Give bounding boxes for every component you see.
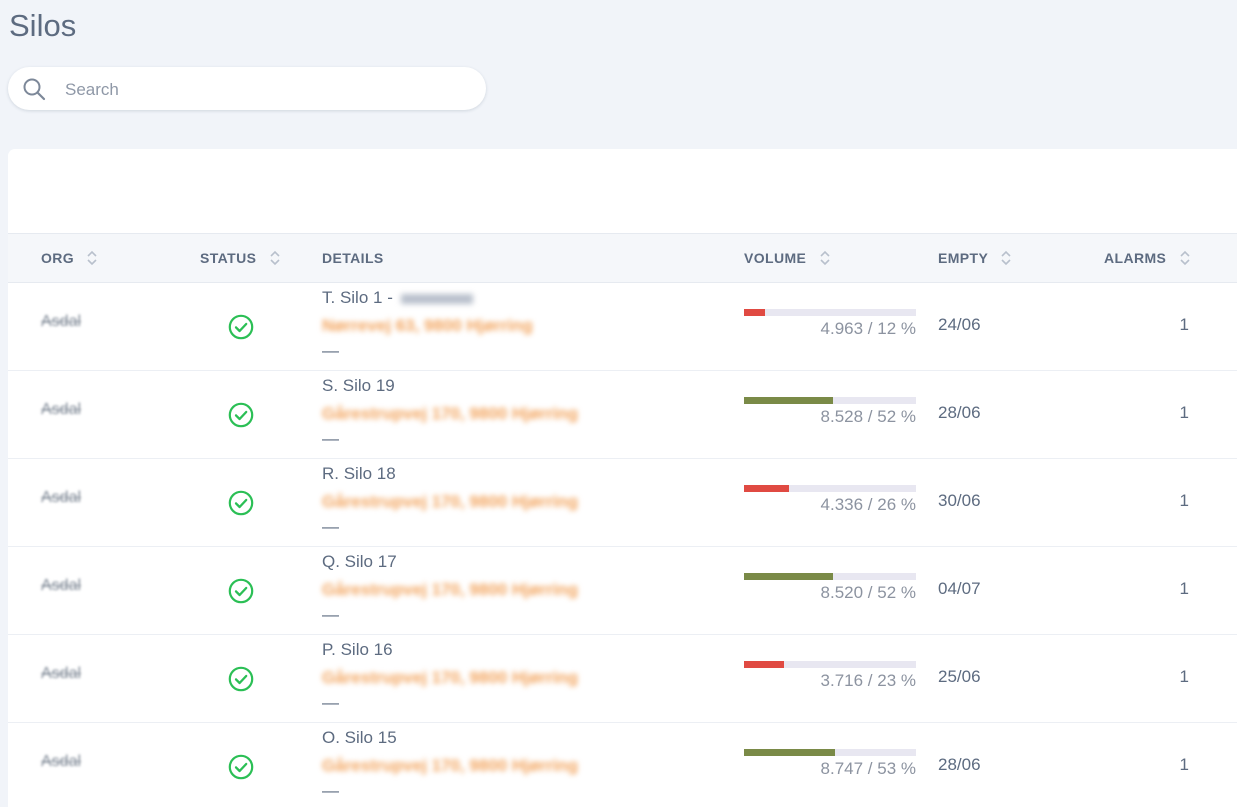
empty-date: 04/07: [938, 579, 981, 598]
volume-bar-fill: [744, 661, 784, 668]
silo-name[interactable]: O. Silo 15: [322, 728, 397, 748]
silo-name[interactable]: T. Silo 1 -: [322, 288, 473, 308]
sort-icon: [1001, 250, 1011, 265]
page-title: Silos: [9, 8, 77, 43]
sort-icon: [1180, 250, 1190, 265]
silo-address: Gårestrupvej 170, 9800 Hjørring: [322, 668, 579, 687]
silo-extra: —: [322, 781, 339, 800]
search-icon: [23, 78, 46, 101]
table-row[interactable]: Asdal Q. Silo 17 Gårestrupvej 170, 9800 …: [8, 547, 1237, 635]
volume-value: 4.963 / 12 %: [820, 319, 916, 338]
column-header-volume[interactable]: VOLUME: [744, 234, 831, 282]
silo-address: Gårestrupvej 170, 9800 Hjørring: [322, 404, 579, 423]
volume-bar: [744, 397, 916, 404]
column-header-label: ALARMS: [1104, 250, 1167, 266]
column-header-label: EMPTY: [938, 250, 988, 266]
volume-value: 3.716 / 23 %: [820, 671, 916, 690]
org-name: Asdal: [41, 665, 82, 682]
silo-extra: —: [322, 341, 339, 360]
alarm-count: 1: [1179, 403, 1189, 422]
volume-bar: [744, 749, 916, 756]
check-circle-icon: [228, 754, 254, 780]
silo-address: Gårestrupvej 170, 9800 Hjørring: [322, 492, 579, 511]
silo-name[interactable]: R. Silo 18: [322, 464, 396, 484]
silo-address: Nørrevej 63, 9800 Hjørring: [322, 316, 533, 335]
alarm-count: 1: [1179, 755, 1189, 774]
silo-name[interactable]: S. Silo 19: [322, 376, 395, 396]
volume-bar-fill: [744, 573, 834, 580]
column-header-label: DETAILS: [322, 250, 384, 266]
empty-date: 24/06: [938, 315, 981, 334]
table-row[interactable]: Asdal P. Silo 16 Gårestrupvej 170, 9800 …: [8, 635, 1237, 723]
silo-extra: —: [322, 693, 339, 712]
org-name: Asdal: [41, 753, 82, 770]
org-name: Asdal: [41, 401, 82, 418]
empty-date: 28/06: [938, 403, 981, 422]
table-toolbar: [8, 149, 1237, 233]
silo-name[interactable]: P. Silo 16: [322, 640, 393, 660]
search-box[interactable]: [8, 67, 486, 110]
column-header-label: ORG: [41, 250, 75, 266]
redacted-text: [400, 293, 473, 304]
column-header-label: STATUS: [200, 250, 257, 266]
alarm-count: 1: [1179, 315, 1189, 334]
search-input[interactable]: [63, 75, 467, 104]
sort-icon: [270, 250, 280, 265]
column-header-empty[interactable]: EMPTY: [938, 234, 1012, 282]
volume-bar: [744, 309, 916, 316]
check-circle-icon: [228, 314, 254, 340]
table-row[interactable]: Asdal O. Silo 15 Gårestrupvej 170, 9800 …: [8, 723, 1237, 807]
volume-bar: [744, 573, 916, 580]
table-header: ORG STATUS DETAILS VOLUME EMPTY ALARMS: [8, 233, 1237, 283]
volume-value: 8.747 / 53 %: [820, 759, 916, 778]
volume-bar-fill: [744, 485, 789, 492]
column-header-label: VOLUME: [744, 250, 807, 266]
volume-bar-fill: [744, 749, 836, 756]
volume-bar-fill: [744, 397, 834, 404]
check-circle-icon: [228, 578, 254, 604]
silo-name[interactable]: Q. Silo 17: [322, 552, 397, 572]
table-body: Asdal T. Silo 1 - Nørrevej 63, 9800 Hjør…: [8, 283, 1237, 807]
org-name: Asdal: [41, 313, 82, 330]
volume-value: 4.336 / 26 %: [820, 495, 916, 514]
check-circle-icon: [228, 402, 254, 428]
silo-address: Gårestrupvej 170, 9800 Hjørring: [322, 580, 579, 599]
silos-table-card: ORG STATUS DETAILS VOLUME EMPTY ALARMS A…: [8, 149, 1237, 807]
volume-bar-fill: [744, 309, 765, 316]
table-row[interactable]: Asdal T. Silo 1 - Nørrevej 63, 9800 Hjør…: [8, 283, 1237, 371]
empty-date: 28/06: [938, 755, 981, 774]
volume-bar: [744, 661, 916, 668]
table-row[interactable]: Asdal S. Silo 19 Gårestrupvej 170, 9800 …: [8, 371, 1237, 459]
table-row[interactable]: Asdal R. Silo 18 Gårestrupvej 170, 9800 …: [8, 459, 1237, 547]
silo-extra: —: [322, 605, 339, 624]
org-name: Asdal: [41, 489, 82, 506]
empty-date: 30/06: [938, 491, 981, 510]
column-header-org[interactable]: ORG: [41, 234, 98, 282]
volume-bar: [744, 485, 916, 492]
alarm-count: 1: [1179, 667, 1189, 686]
alarm-count: 1: [1179, 491, 1189, 510]
empty-date: 25/06: [938, 667, 981, 686]
column-header-details: DETAILS: [322, 234, 384, 282]
silo-extra: —: [322, 429, 339, 448]
sort-icon: [820, 250, 830, 265]
alarm-count: 1: [1179, 579, 1189, 598]
column-header-alarms[interactable]: ALARMS: [1104, 234, 1191, 282]
silo-extra: —: [322, 517, 339, 536]
volume-value: 8.520 / 52 %: [820, 583, 916, 602]
check-circle-icon: [228, 666, 254, 692]
check-circle-icon: [228, 490, 254, 516]
org-name: Asdal: [41, 577, 82, 594]
column-header-status[interactable]: STATUS: [200, 234, 281, 282]
sort-icon: [87, 250, 97, 265]
silo-address: Gårestrupvej 170, 9800 Hjørring: [322, 756, 579, 775]
volume-value: 8.528 / 52 %: [820, 407, 916, 426]
